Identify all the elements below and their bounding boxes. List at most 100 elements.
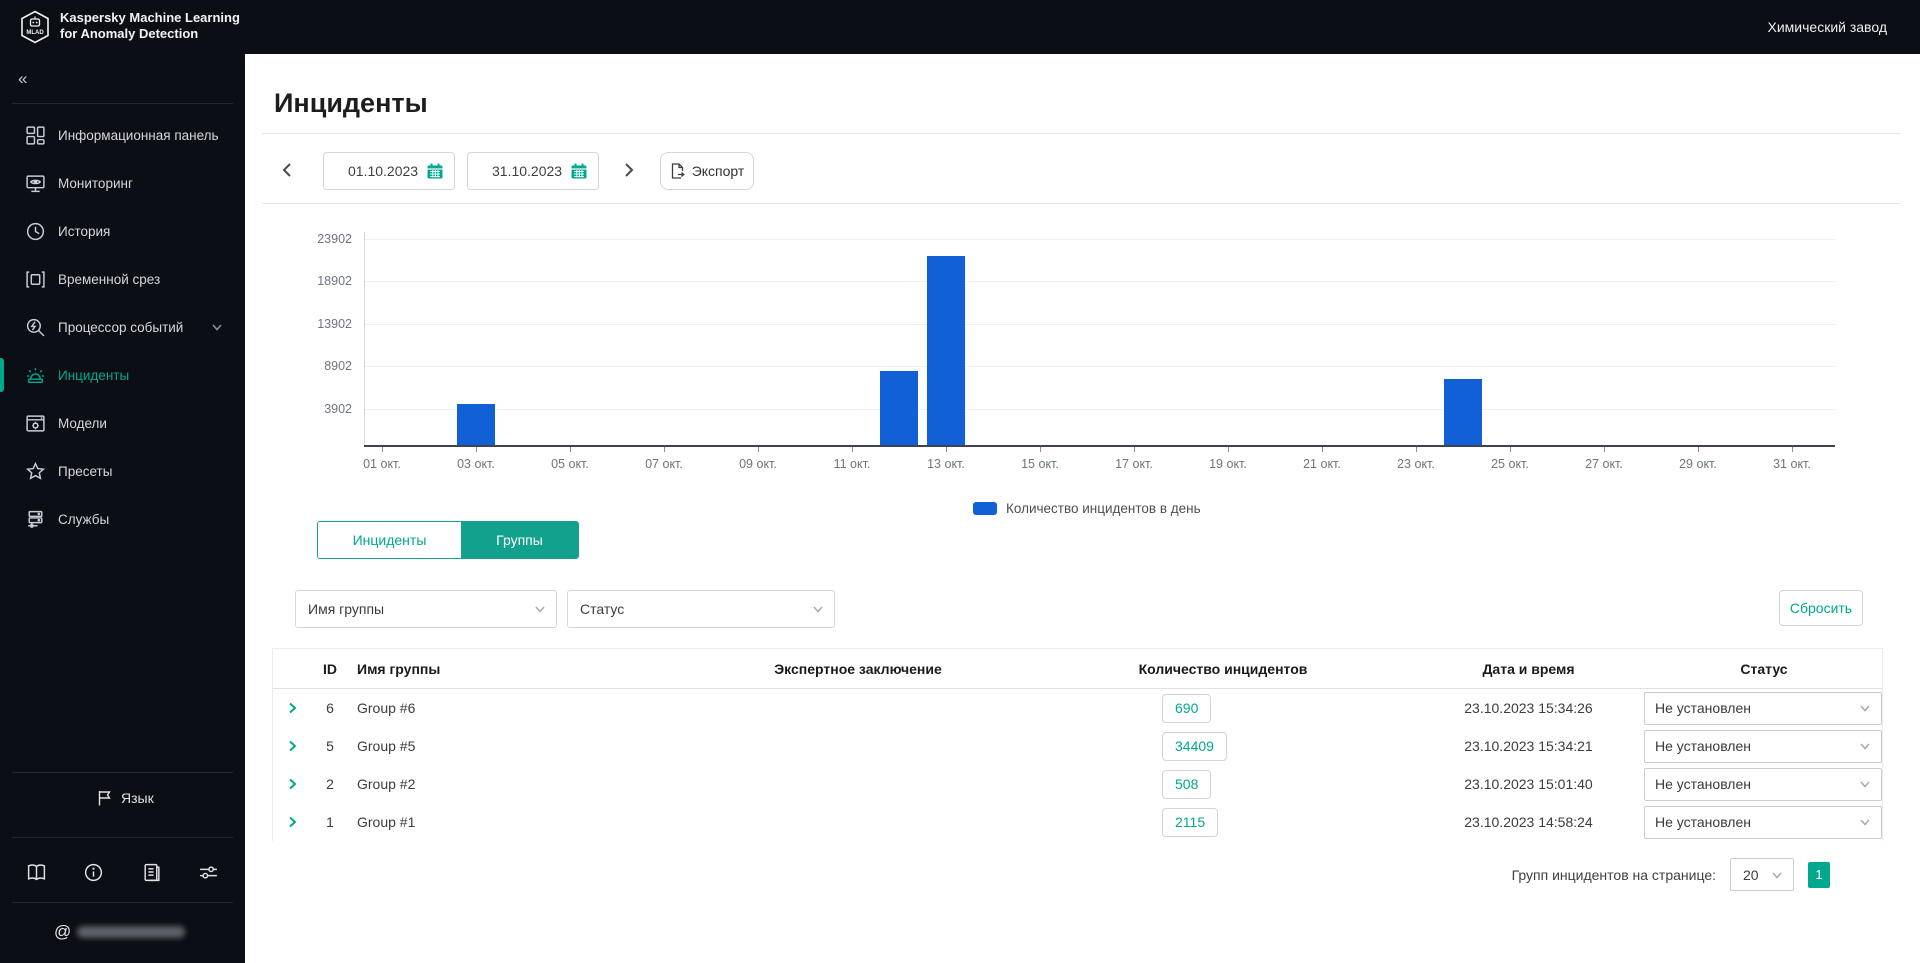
- x-axis-tick-label: 09 окт.: [728, 457, 788, 471]
- history-icon: [25, 221, 46, 242]
- pagination: Групп инцидентов на странице: 20 1: [1400, 858, 1830, 891]
- sidebar-collapse-button[interactable]: «: [18, 66, 44, 92]
- time-slice-icon: [25, 269, 46, 290]
- cell-status: Не установлен: [1644, 806, 1884, 839]
- chart-bar-12[interactable]: [880, 371, 918, 445]
- per-page-select[interactable]: 20: [1730, 858, 1794, 891]
- content-divider: [262, 203, 1900, 204]
- table-row: 5Group #53440923.10.2023 15:34:21Не уста…: [273, 727, 1882, 765]
- row-status-select[interactable]: Не установлен: [1644, 730, 1882, 763]
- x-axis-tick-label: 03 окт.: [446, 457, 506, 471]
- monitoring-icon: [25, 173, 46, 194]
- sidebar-item-history[interactable]: История: [0, 207, 245, 255]
- date-from-input[interactable]: 01.10.2023: [323, 152, 455, 190]
- sidebar-item-label: Информационная панель: [58, 128, 219, 143]
- row-status-select[interactable]: Не установлен: [1644, 692, 1882, 725]
- incident-count-button[interactable]: 2115: [1162, 808, 1218, 837]
- column-header-2: Экспертное заключение: [683, 661, 1033, 677]
- cell-id: 5: [311, 738, 349, 754]
- x-axis-tick: [1698, 447, 1699, 452]
- y-axis-tick-label: 18902: [306, 274, 352, 288]
- incidents-icon: [25, 365, 46, 386]
- column-header-1: Имя группы: [349, 661, 683, 677]
- view-tabs: Инциденты Группы: [317, 521, 579, 559]
- row-expand-button[interactable]: [273, 702, 311, 714]
- chevron-down-icon: [1859, 778, 1871, 790]
- row-expand-button[interactable]: [273, 816, 311, 828]
- column-header-5: Статус: [1644, 661, 1884, 677]
- page-number-button[interactable]: 1: [1808, 862, 1830, 888]
- x-axis-line: [364, 445, 1835, 447]
- reset-filters-button[interactable]: Сбросить: [1779, 590, 1863, 626]
- incident-count-button[interactable]: 690: [1162, 694, 1211, 723]
- export-label: Экспорт: [692, 163, 745, 179]
- sidebar-item-label: Временной срез: [58, 272, 160, 287]
- sidebar-item-models[interactable]: Модели: [0, 399, 245, 447]
- info-icon[interactable]: [83, 862, 104, 883]
- chevron-down-icon: [1859, 702, 1871, 714]
- sidebar-item-time-slice[interactable]: Временной срез: [0, 255, 245, 303]
- sidebar-item-monitoring[interactable]: Мониторинг: [0, 159, 245, 207]
- date-to-input[interactable]: 31.10.2023: [467, 152, 599, 190]
- row-status-select[interactable]: Не установлен: [1644, 806, 1882, 839]
- cell-datetime: 23.10.2023 15:34:21: [1413, 738, 1644, 754]
- sidebar-item-event-processor[interactable]: Процессор событий: [0, 303, 245, 351]
- sidebar-item-label: Пресеты: [58, 464, 112, 479]
- chart-gridline: [364, 324, 1835, 325]
- export-button[interactable]: Экспорт: [660, 152, 754, 190]
- row-expand-button[interactable]: [273, 778, 311, 790]
- cell-incident-count: 34409: [1033, 732, 1413, 761]
- chart-gridline: [364, 239, 1835, 240]
- chevron-right-icon: [288, 816, 297, 828]
- guide-book-icon[interactable]: [26, 862, 47, 883]
- incident-count-button[interactable]: 508: [1162, 770, 1211, 799]
- mlad-logo-icon: MLAD: [20, 10, 50, 44]
- date-range-next-button[interactable]: [616, 158, 640, 182]
- per-page-label: Групп инцидентов на странице:: [1512, 867, 1716, 883]
- x-axis-tick: [1416, 447, 1417, 452]
- user-account[interactable]: @: [54, 922, 185, 942]
- chart-bar-24[interactable]: [1444, 379, 1482, 445]
- tab-groups[interactable]: Группы: [461, 522, 578, 558]
- sidebar-item-label: История: [58, 224, 110, 239]
- x-axis-tick: [1134, 447, 1135, 452]
- language-button[interactable]: Язык: [97, 790, 154, 806]
- row-expand-button[interactable]: [273, 740, 311, 752]
- sidebar-item-services[interactable]: Службы: [0, 495, 245, 543]
- sidebar-item-incidents[interactable]: Инциденты: [0, 351, 245, 399]
- cell-id: 6: [311, 700, 349, 716]
- cell-incident-count: 508: [1033, 770, 1413, 799]
- column-header-4: Дата и время: [1413, 661, 1644, 677]
- date-range-prev-button[interactable]: [276, 158, 300, 182]
- chart-gridline: [364, 409, 1835, 410]
- x-axis-tick-label: 13 окт.: [916, 457, 976, 471]
- tab-incidents[interactable]: Инциденты: [318, 522, 461, 558]
- row-status-select[interactable]: Не установлен: [1644, 768, 1882, 801]
- row-status-value: Не установлен: [1655, 814, 1751, 830]
- chart-bar-03[interactable]: [457, 404, 495, 445]
- table-body: 6Group #669023.10.2023 15:34:26Не устано…: [273, 689, 1882, 841]
- sidebar-item-dashboard[interactable]: Информационная панель: [0, 111, 245, 159]
- sidebar-item-label: Мониторинг: [58, 176, 133, 191]
- group-name-filter-placeholder: Имя группы: [308, 601, 384, 617]
- status-filter-select[interactable]: Статус: [567, 590, 835, 628]
- chevron-down-icon: [534, 603, 546, 615]
- table-row: 1Group #1211523.10.2023 14:58:24Не устан…: [273, 803, 1882, 841]
- table-row: 6Group #6 690 23.10.2023 15:34:26Не устано…: [273, 689, 1882, 727]
- settings-sliders-icon[interactable]: [198, 862, 219, 883]
- x-axis-tick: [1228, 447, 1229, 452]
- cell-group-name: Group #6: [349, 700, 683, 716]
- chart-bar-13[interactable]: [927, 256, 965, 445]
- incident-count-button[interactable]: 34409: [1162, 732, 1227, 761]
- group-name-filter-select[interactable]: Имя группы: [295, 590, 557, 628]
- sidebar-item-presets[interactable]: Пресеты: [0, 447, 245, 495]
- sidebar-divider: [12, 103, 233, 104]
- cell-id: 2: [311, 776, 349, 792]
- sidebar-item-label: Процессор событий: [58, 320, 183, 335]
- changelog-icon[interactable]: [141, 862, 162, 883]
- row-status-value: Не установлен: [1655, 776, 1751, 792]
- date-from-value: 01.10.2023: [348, 163, 418, 179]
- x-axis-tick: [1040, 447, 1041, 452]
- x-axis-tick: [758, 447, 759, 452]
- cell-datetime: 23.10.2023 15:34:26: [1413, 700, 1644, 716]
